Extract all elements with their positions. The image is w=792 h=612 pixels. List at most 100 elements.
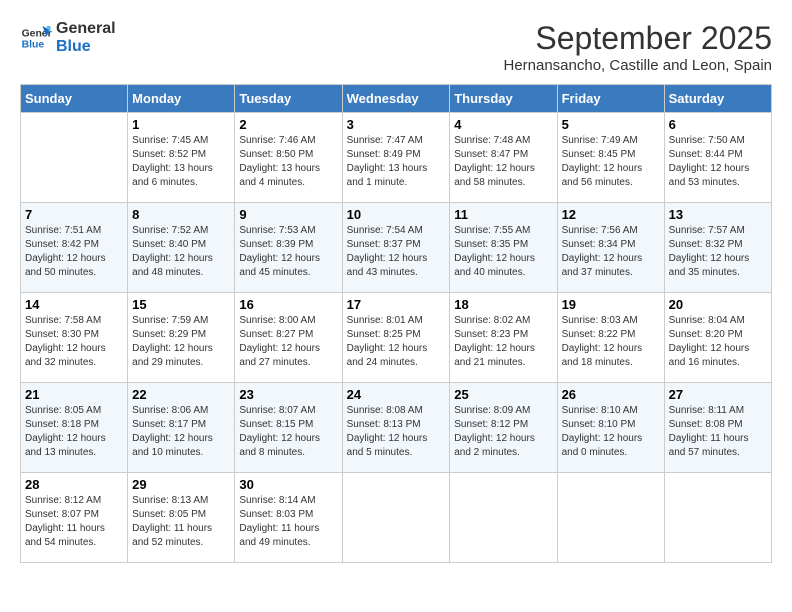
calendar-cell: 18 Sunrise: 8:02 AM Sunset: 8:23 PM Dayli… [450,293,557,383]
calendar-cell: 19Sunrise: 8:03 AM Sunset: 8:22 PM Dayli… [557,293,664,383]
day-number: 22 [132,387,230,402]
day-info: Sunrise: 7:58 AM Sunset: 8:30 PM Dayligh… [25,314,123,370]
calendar-cell: 8 Sunrise: 7:52 AM Sunset: 8:40 PM Daylig… [128,203,235,293]
day-info: Sunrise: 8:09 AM Sunset: 8:12 PM Dayligh… [454,404,552,460]
day-number: 12 [562,207,660,222]
day-info: Sunrise: 8:01 AM Sunset: 8:25 PM Dayligh… [347,314,446,370]
day-header-monday: Monday [128,85,235,113]
logo: General Blue General Blue [20,20,116,55]
calendar-cell: 12 Sunrise: 7:56 AM Sunset: 8:34 PM Dayli… [557,203,664,293]
month-title: September 2025 [503,20,772,57]
day-number: 13 [669,207,767,222]
day-info: Sunrise: 8:02 AM Sunset: 8:23 PM Dayligh… [454,314,552,370]
calendar-cell: 3 Sunrise: 7:47 AM Sunset: 8:49 PM Daylig… [342,113,450,203]
calendar-cell: 14 Sunrise: 7:58 AM Sunset: 8:30 PM Dayli… [21,293,128,383]
day-header-friday: Friday [557,85,664,113]
day-number: 23 [239,387,337,402]
calendar-cell [342,473,450,563]
day-header-tuesday: Tuesday [235,85,342,113]
calendar-cell: 9 Sunrise: 7:53 AM Sunset: 8:39 PM Daylig… [235,203,342,293]
calendar-cell: 13 Sunrise: 7:57 AM Sunset: 8:32 PM Dayli… [664,203,771,293]
calendar-cell [21,113,128,203]
week-row-2: 7 Sunrise: 7:51 AM Sunset: 8:42 PM Daylig… [21,203,772,293]
day-info: Sunrise: 7:52 AM Sunset: 8:40 PM Dayligh… [132,224,230,280]
logo-line1: General [56,20,116,38]
calendar-cell: 28 Sunrise: 8:12 AM Sunset: 8:07 PM Dayli… [21,473,128,563]
day-header-saturday: Saturday [664,85,771,113]
calendar-cell: 1Sunrise: 7:45 AM Sunset: 8:52 PM Daylig… [128,113,235,203]
day-number: 27 [669,387,767,402]
day-number: 14 [25,297,123,312]
day-number: 30 [239,477,337,492]
day-info: Sunrise: 8:13 AM Sunset: 8:05 PM Dayligh… [132,494,230,550]
day-info: Sunrise: 8:07 AM Sunset: 8:15 PM Dayligh… [239,404,337,460]
calendar-cell: 30 Sunrise: 8:14 AM Sunset: 8:03 PM Dayli… [235,473,342,563]
day-info: Sunrise: 8:14 AM Sunset: 8:03 PM Dayligh… [239,494,337,550]
day-info: Sunrise: 7:49 AM Sunset: 8:45 PM Dayligh… [562,134,660,190]
title-area: September 2025 Hernansancho, Castille an… [503,20,772,74]
day-number: 5 [562,117,660,132]
day-number: 7 [25,207,123,222]
day-number: 28 [25,477,123,492]
day-number: 11 [454,207,552,222]
calendar-cell: 15Sunrise: 7:59 AM Sunset: 8:29 PM Dayli… [128,293,235,383]
day-number: 3 [347,117,446,132]
calendar-cell: 5 Sunrise: 7:49 AM Sunset: 8:45 PM Daylig… [557,113,664,203]
day-info: Sunrise: 8:04 AM Sunset: 8:20 PM Dayligh… [669,314,767,370]
day-number: 2 [239,117,337,132]
calendar-cell: 4Sunrise: 7:48 AM Sunset: 8:47 PM Daylig… [450,113,557,203]
day-info: Sunrise: 7:55 AM Sunset: 8:35 PM Dayligh… [454,224,552,280]
calendar-cell: 2Sunrise: 7:46 AM Sunset: 8:50 PM Daylig… [235,113,342,203]
header-row: SundayMondayTuesdayWednesdayThursdayFrid… [21,85,772,113]
day-info: Sunrise: 7:53 AM Sunset: 8:39 PM Dayligh… [239,224,337,280]
day-info: Sunrise: 8:08 AM Sunset: 8:13 PM Dayligh… [347,404,446,460]
calendar-cell [664,473,771,563]
day-number: 18 [454,297,552,312]
day-number: 29 [132,477,230,492]
day-number: 24 [347,387,446,402]
week-row-4: 21 Sunrise: 8:05 AM Sunset: 8:18 PM Dayli… [21,383,772,473]
calendar-cell: 11 Sunrise: 7:55 AM Sunset: 8:35 PM Dayli… [450,203,557,293]
day-header-wednesday: Wednesday [342,85,450,113]
calendar-table: SundayMondayTuesdayWednesdayThursdayFrid… [20,84,772,563]
day-info: Sunrise: 7:47 AM Sunset: 8:49 PM Dayligh… [347,134,446,190]
calendar-cell: 24 Sunrise: 8:08 AM Sunset: 8:13 PM Dayli… [342,383,450,473]
week-row-5: 28 Sunrise: 8:12 AM Sunset: 8:07 PM Dayli… [21,473,772,563]
calendar-cell: 6 Sunrise: 7:50 AM Sunset: 8:44 PM Daylig… [664,113,771,203]
week-row-3: 14 Sunrise: 7:58 AM Sunset: 8:30 PM Dayli… [21,293,772,383]
day-number: 16 [239,297,337,312]
day-header-thursday: Thursday [450,85,557,113]
day-number: 25 [454,387,552,402]
day-info: Sunrise: 8:10 AM Sunset: 8:10 PM Dayligh… [562,404,660,460]
day-info: Sunrise: 8:06 AM Sunset: 8:17 PM Dayligh… [132,404,230,460]
calendar-cell: 29 Sunrise: 8:13 AM Sunset: 8:05 PM Dayli… [128,473,235,563]
day-number: 6 [669,117,767,132]
day-number: 15 [132,297,230,312]
day-header-sunday: Sunday [21,85,128,113]
header: General Blue General Blue September 2025… [20,20,772,74]
day-number: 8 [132,207,230,222]
day-number: 17 [347,297,446,312]
day-info: Sunrise: 8:05 AM Sunset: 8:18 PM Dayligh… [25,404,123,460]
day-info: Sunrise: 7:54 AM Sunset: 8:37 PM Dayligh… [347,224,446,280]
calendar-cell: 20Sunrise: 8:04 AM Sunset: 8:20 PM Dayli… [664,293,771,383]
calendar-cell: 7 Sunrise: 7:51 AM Sunset: 8:42 PM Daylig… [21,203,128,293]
day-info: Sunrise: 7:51 AM Sunset: 8:42 PM Dayligh… [25,224,123,280]
calendar-cell: 25 Sunrise: 8:09 AM Sunset: 8:12 PM Dayli… [450,383,557,473]
calendar-cell: 26Sunrise: 8:10 AM Sunset: 8:10 PM Dayli… [557,383,664,473]
day-number: 21 [25,387,123,402]
calendar-cell: 10 Sunrise: 7:54 AM Sunset: 8:37 PM Dayli… [342,203,450,293]
day-info: Sunrise: 7:50 AM Sunset: 8:44 PM Dayligh… [669,134,767,190]
day-number: 10 [347,207,446,222]
day-info: Sunrise: 8:03 AM Sunset: 8:22 PM Dayligh… [562,314,660,370]
subtitle: Hernansancho, Castille and Leon, Spain [503,57,772,74]
day-info: Sunrise: 7:56 AM Sunset: 8:34 PM Dayligh… [562,224,660,280]
day-info: Sunrise: 7:45 AM Sunset: 8:52 PM Dayligh… [132,134,230,190]
logo-line2: Blue [56,38,116,56]
day-info: Sunrise: 8:12 AM Sunset: 8:07 PM Dayligh… [25,494,123,550]
calendar-cell [557,473,664,563]
day-info: Sunrise: 7:57 AM Sunset: 8:32 PM Dayligh… [669,224,767,280]
calendar-cell: 22 Sunrise: 8:06 AM Sunset: 8:17 PM Dayli… [128,383,235,473]
day-number: 9 [239,207,337,222]
calendar-cell: 21 Sunrise: 8:05 AM Sunset: 8:18 PM Dayli… [21,383,128,473]
